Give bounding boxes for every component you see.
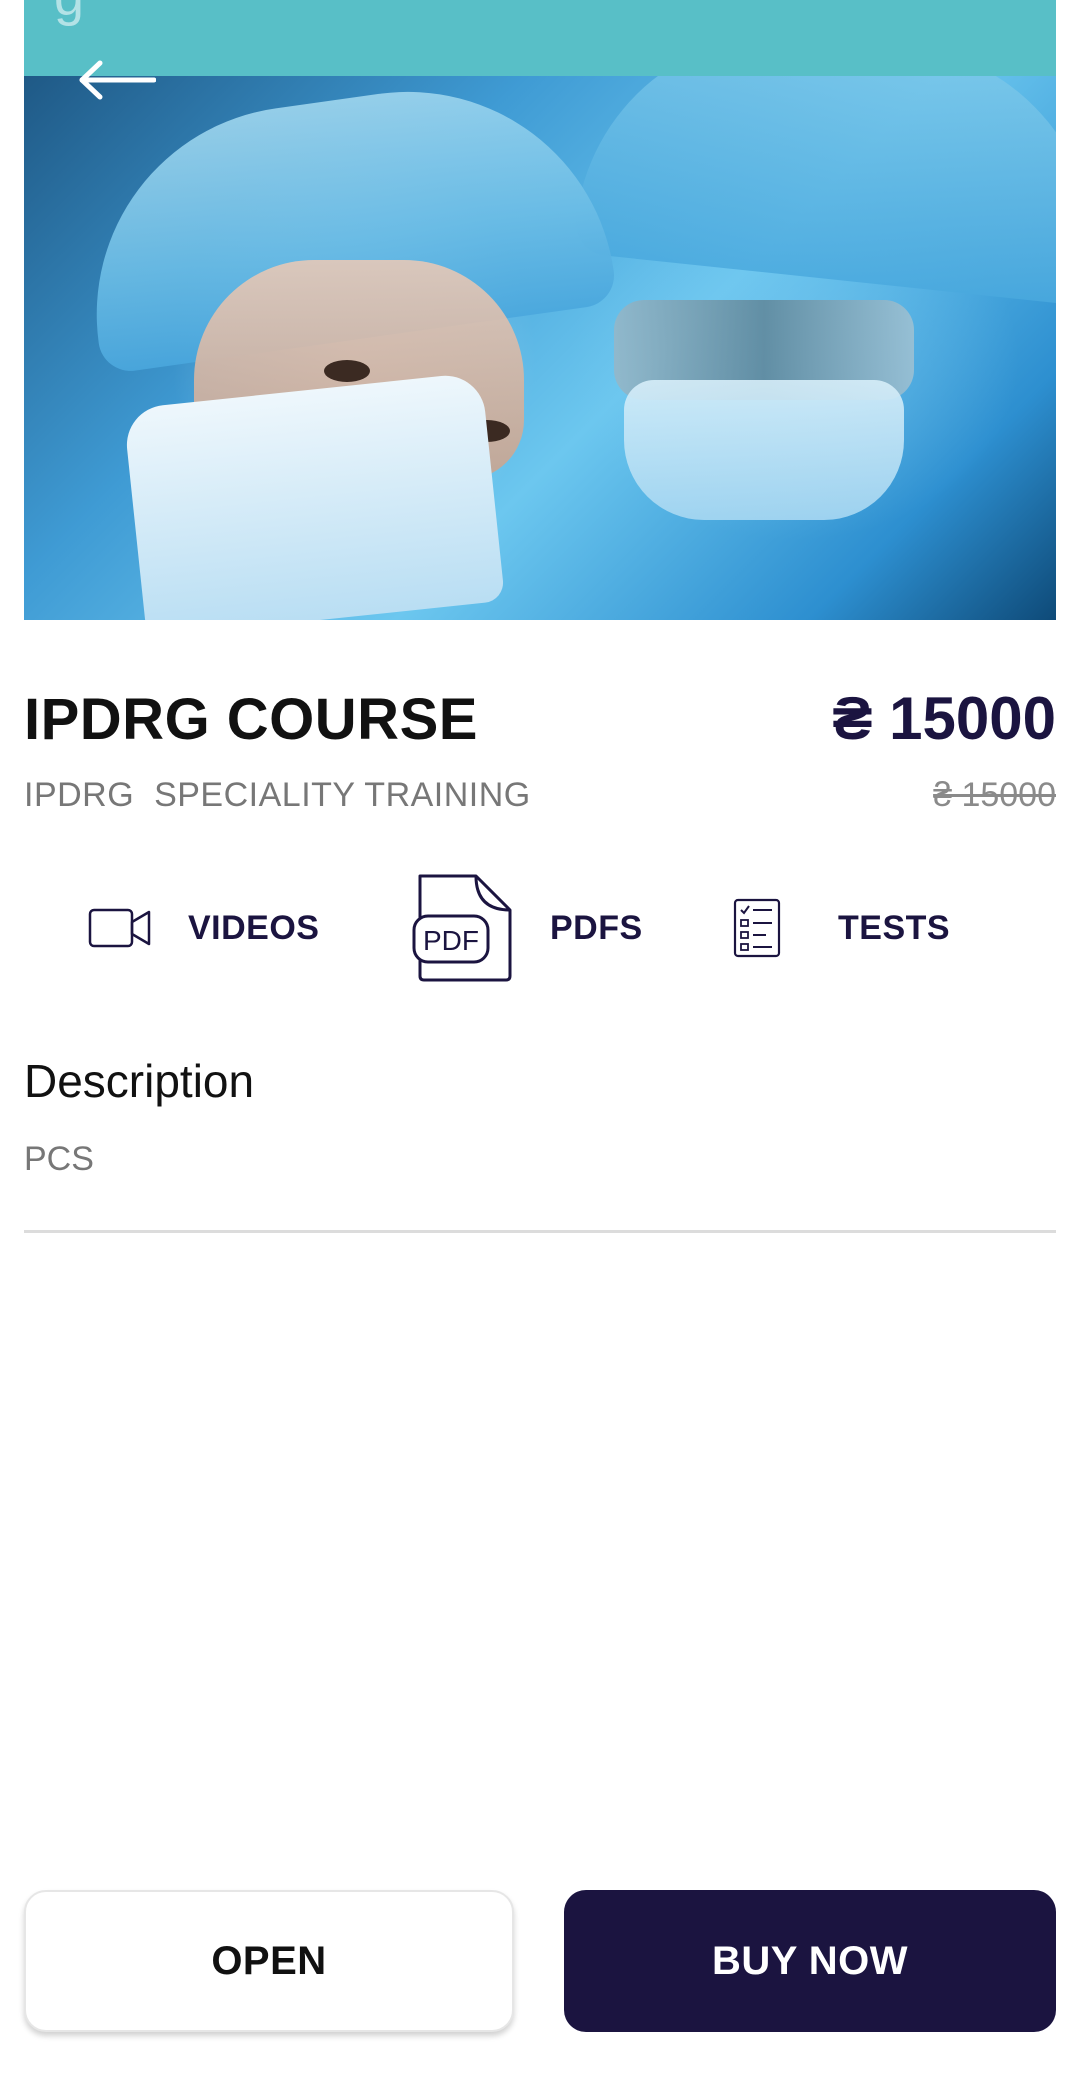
video-camera-icon bbox=[88, 908, 151, 948]
feature-videos[interactable]: VIDEOS bbox=[88, 868, 319, 988]
feature-videos-label: VIDEOS bbox=[188, 908, 320, 947]
pdf-file-icon: PDF bbox=[412, 874, 512, 982]
pdf-icon-text: PDF bbox=[423, 925, 479, 956]
checklist-icon bbox=[733, 898, 781, 958]
description-text: PCS bbox=[24, 1140, 94, 1178]
feature-tests[interactable]: TESTS bbox=[732, 868, 950, 988]
banner-surgical-mask bbox=[122, 371, 506, 620]
banner-band-lettering: g bbox=[54, 0, 1056, 28]
divider bbox=[24, 1230, 1056, 1233]
banner-eye-left bbox=[324, 360, 370, 382]
course-original-price: ₴ 15000 bbox=[933, 776, 1056, 814]
description-heading: Description bbox=[24, 1055, 255, 1107]
course-subtitle: IPDRG SPECIALITY TRAINING bbox=[24, 776, 531, 814]
course-price: ₴ 15000 bbox=[832, 685, 1056, 752]
course-banner-image: g bbox=[24, 0, 1056, 620]
banner-surgical-mask-right bbox=[624, 380, 904, 520]
arrow-left-icon bbox=[79, 60, 156, 100]
open-button[interactable]: OPEN bbox=[24, 1890, 514, 2032]
back-button[interactable] bbox=[74, 52, 160, 108]
course-title: IPDRG COURSE bbox=[24, 687, 478, 752]
buy-now-button[interactable]: BUY NOW bbox=[564, 1890, 1056, 2032]
course-features: VIDEOS PDF PDFS TESTS bbox=[0, 868, 1080, 988]
feature-pdfs-label: PDFS bbox=[550, 908, 643, 947]
feature-tests-label: TESTS bbox=[838, 908, 951, 947]
feature-pdfs[interactable]: PDF PDFS bbox=[410, 868, 643, 988]
banner-top-band: g bbox=[24, 0, 1056, 76]
